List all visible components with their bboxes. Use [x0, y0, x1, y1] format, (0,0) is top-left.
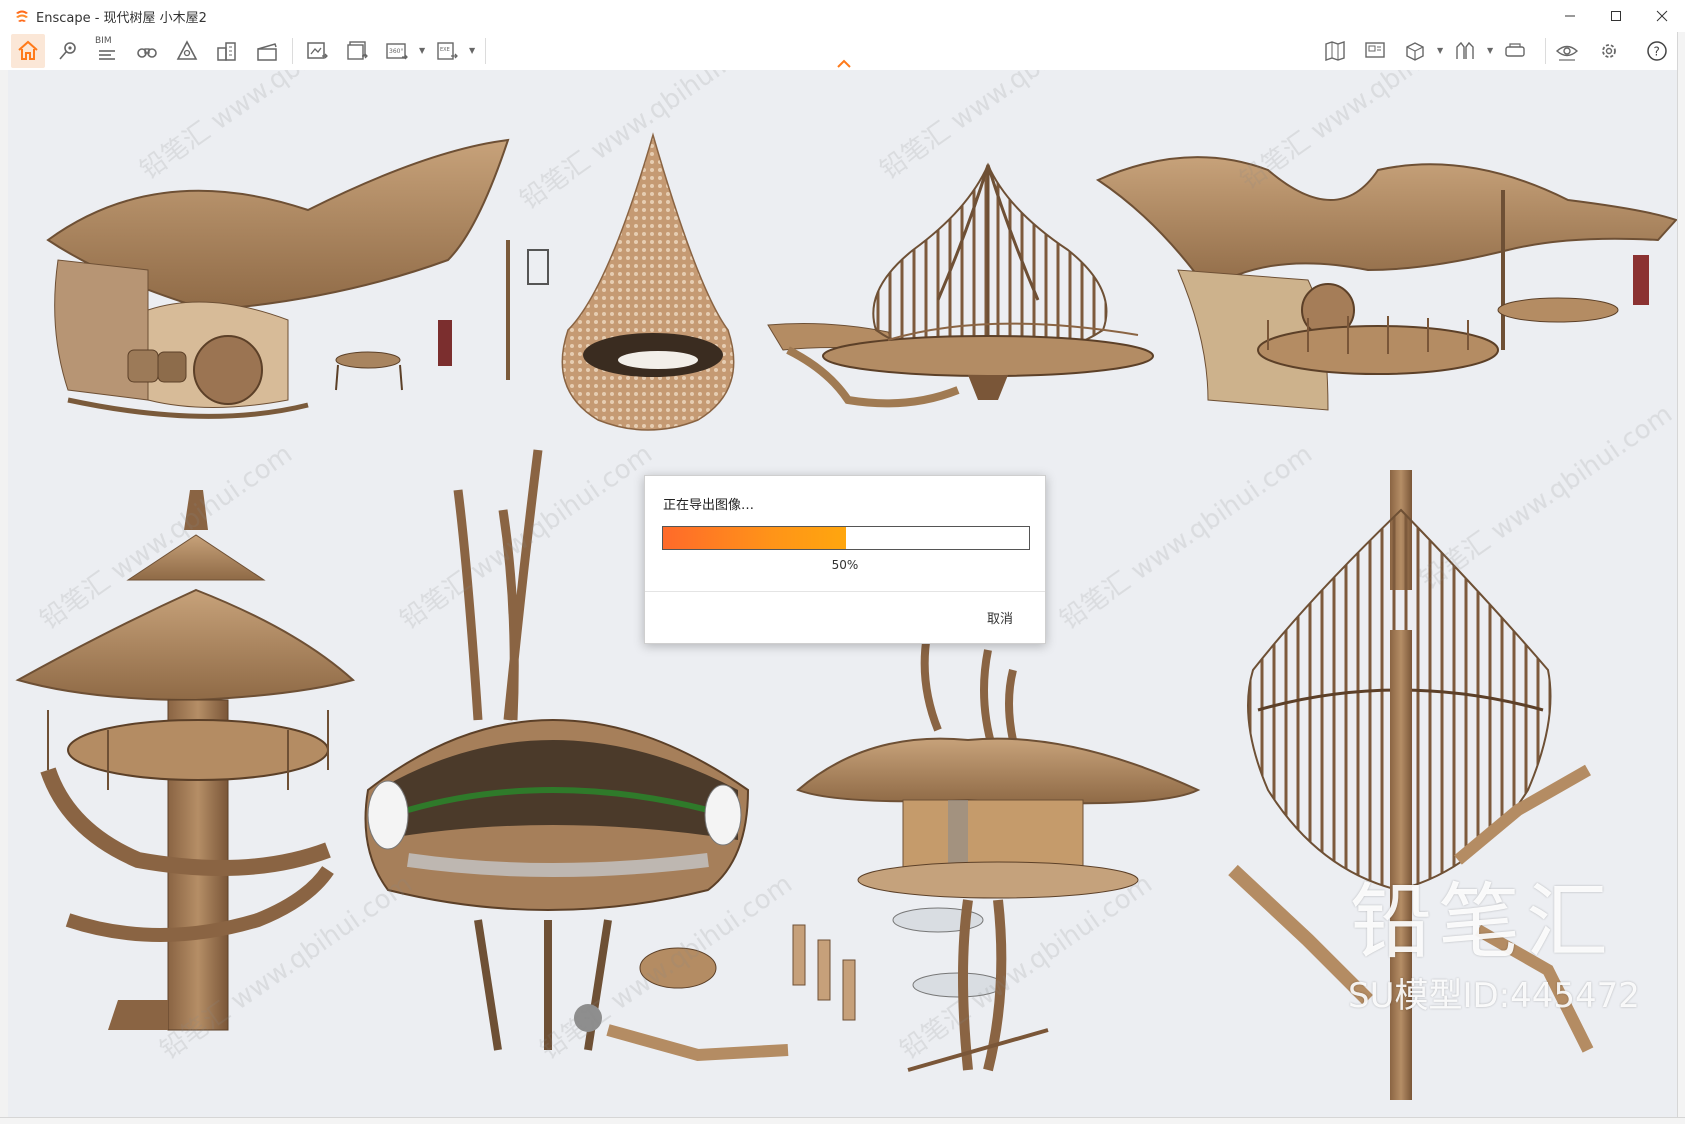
panorama-360-icon[interactable]: 360°	[380, 34, 414, 68]
svg-text:360°: 360°	[389, 48, 403, 55]
export-progress-dialog: 正在导出图像… 50% 取消	[644, 475, 1046, 644]
dialog-title: 正在导出图像…	[663, 498, 755, 513]
clapper-icon[interactable]	[250, 34, 284, 68]
svg-text:铅笔汇 www.qbihui.com: 铅笔汇 www.qbihui.com	[395, 439, 658, 636]
dialog-divider	[645, 591, 1045, 592]
svg-text:?: ?	[1654, 45, 1660, 59]
close-icon[interactable]	[1639, 0, 1685, 32]
svg-text:铅笔汇 www.qbihui.com: 铅笔汇 www.qbihui.com	[135, 70, 398, 186]
maximize-icon[interactable]	[1593, 0, 1639, 32]
title-bar: Enscape - 现代树屋 小木屋2	[0, 0, 1685, 33]
home-icon[interactable]	[11, 34, 45, 68]
settings-icon[interactable]	[1592, 34, 1626, 68]
binoculars-icon[interactable]	[130, 34, 164, 68]
svg-text:铅笔汇 www.qbihui.com: 铅笔汇 www.qbihui.com	[1415, 399, 1678, 596]
chevron-down-icon[interactable]: ▼	[419, 46, 425, 55]
svg-text:铅笔汇 www.qbihui.com: 铅笔汇 www.qbihui.com	[1055, 439, 1318, 636]
minimize-icon[interactable]	[1547, 0, 1593, 32]
treehouse-leaf-roof	[46, 138, 549, 419]
help-icon[interactable]: ?	[1640, 34, 1674, 68]
svg-text:EXE: EXE	[440, 47, 450, 53]
screenshot-icon[interactable]	[300, 34, 334, 68]
bim-icon[interactable]	[90, 34, 124, 68]
enscape-window: Enscape - 现代树屋 小木屋2 BIM 360° ▼ EXE ▼ ▼ ▼…	[0, 0, 1685, 1124]
progress-percent-label: 50%	[831, 558, 859, 572]
material-icon[interactable]	[1448, 34, 1482, 68]
window-bottom-border	[0, 1117, 1685, 1124]
atlas-icon[interactable]	[170, 34, 204, 68]
chevron-down-icon[interactable]: ▼	[1437, 46, 1443, 55]
progress-bar	[662, 526, 1030, 550]
treehouse-cage-onion	[822, 162, 1154, 400]
view-settings-icon[interactable]	[1550, 34, 1584, 68]
vr-headset-icon[interactable]	[1498, 34, 1532, 68]
chevron-down-icon[interactable]: ▼	[1487, 46, 1493, 55]
asset-library-icon[interactable]	[1398, 34, 1432, 68]
toolbar-separator	[292, 38, 293, 64]
window-controls	[1547, 0, 1685, 32]
brand-watermark: 铅笔汇	[1350, 875, 1615, 970]
toolbar-separator	[1545, 38, 1546, 64]
map-icon[interactable]	[1318, 34, 1352, 68]
billboard-icon[interactable]	[1358, 34, 1392, 68]
window-right-border	[1677, 32, 1685, 1124]
buildings-icon[interactable]	[210, 34, 244, 68]
enscape-logo-icon	[14, 8, 30, 24]
toolbar-separator	[485, 38, 486, 64]
exe-export-icon[interactable]: EXE	[430, 34, 464, 68]
window-title: Enscape - 现代树屋 小木屋2	[36, 10, 207, 26]
treehouse-wavy-roof	[1095, 156, 1678, 411]
svg-text:铅笔汇 www.qbihui.com: 铅笔汇 www.qbihui.com	[875, 70, 1138, 186]
model-id-watermark: SU模型ID:445472	[1348, 976, 1640, 1016]
batch-render-icon[interactable]	[340, 34, 374, 68]
cancel-button[interactable]: 取消	[987, 608, 1013, 627]
chevron-down-icon[interactable]: ▼	[469, 46, 475, 55]
progress-fill	[663, 527, 846, 549]
location-pin-icon[interactable]	[51, 34, 85, 68]
